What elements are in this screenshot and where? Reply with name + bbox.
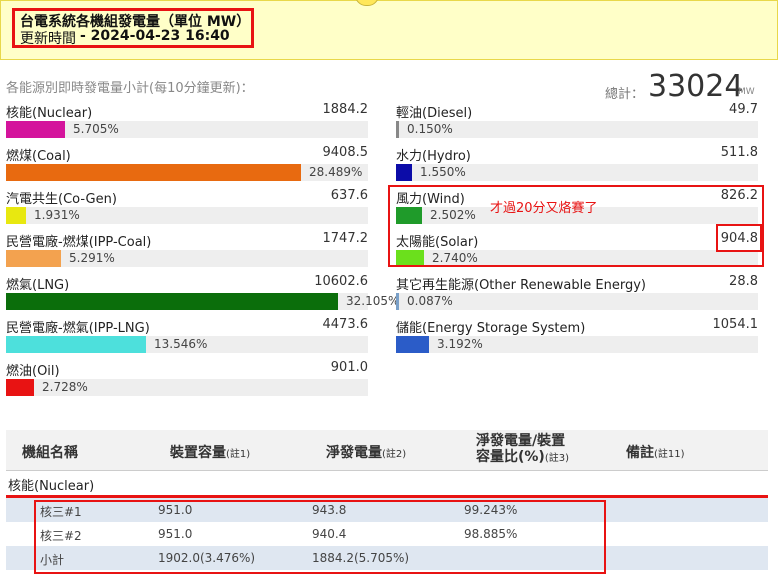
energy-percent: 1.550% — [420, 165, 466, 179]
energy-bar-fill — [6, 250, 61, 267]
summary-subtitle: 各能源別即時發電量小計(每10分鐘更新)： — [6, 81, 254, 96]
energy-name: 民營電廠-燃氣(IPP-LNG) — [6, 321, 150, 336]
energy-bar-track: 28.489% — [6, 164, 368, 181]
energy-bar-track: 2.728% — [6, 379, 368, 396]
energy-bar-fill — [6, 121, 65, 138]
energy-name: 儲能(Energy Storage System) — [396, 321, 586, 336]
th-name: 機組名稱 — [22, 445, 78, 461]
energy-bar-fill — [6, 207, 26, 224]
energy-bar-fill — [396, 121, 399, 138]
updated-label: 更新時間 — [20, 31, 76, 47]
th-remark: 備註(註11) — [626, 445, 685, 461]
energy-bar-track: 13.546% — [6, 336, 368, 353]
total-unit: MW — [738, 87, 755, 97]
energy-bar-fill — [6, 164, 301, 181]
energy-name: 核能(Nuclear) — [6, 106, 93, 121]
energy-percent: 5.291% — [69, 251, 115, 265]
total-label: 總計： — [605, 87, 645, 102]
energy-name: 汽電共生(Co-Gen) — [6, 192, 117, 207]
energy-value: 1054.1 — [712, 317, 759, 332]
energy-bar-track: 0.150% — [396, 121, 758, 138]
energy-bar-fill — [396, 164, 412, 181]
table-section-nuclear: 核能(Nuclear) — [6, 471, 768, 498]
energy-bar-track: 0.087% — [396, 293, 758, 310]
energy-bar-fill — [6, 379, 34, 396]
solar-value-highlight-box — [716, 224, 762, 252]
energy-name: 水力(Hydro) — [396, 149, 471, 164]
energy-name: 燃氣(LNG) — [6, 278, 70, 293]
energy-bar-track: 1.550% — [396, 164, 758, 181]
energy-name: 燃油(Oil) — [6, 364, 60, 379]
energy-name: 燃煤(Coal) — [6, 149, 71, 164]
energy-bar-fill — [396, 336, 429, 353]
energy-percent: 0.150% — [407, 122, 453, 136]
updated-time: - 2024-04-23 16:40 — [80, 28, 230, 44]
energy-bar-fill — [6, 293, 338, 310]
energy-value: 901.0 — [330, 360, 368, 375]
energy-percent: 32.105% — [346, 294, 400, 308]
energy-bar-track: 5.705% — [6, 121, 368, 138]
energy-bar-track: 3.192% — [396, 336, 758, 353]
energy-percent: 28.489% — [309, 165, 363, 179]
energy-percent: 3.192% — [437, 337, 483, 351]
total-value: 33024 — [648, 69, 744, 104]
energy-percent: 13.546% — [154, 337, 208, 351]
th-net: 淨發電量(註2) — [326, 445, 407, 461]
energy-name: 民營電廠-燃煤(IPP-Coal) — [6, 235, 152, 250]
energy-name: 其它再生能源(Other Renewable Energy) — [396, 278, 646, 293]
th-ratio: 淨發電量/裝置 容量比(%)(註3) — [476, 433, 569, 465]
th-capacity: 裝置容量(註1) — [170, 445, 251, 461]
energy-value: 49.7 — [729, 102, 758, 117]
energy-bar-fill — [396, 293, 399, 310]
energy-bar-track: 5.291% — [6, 250, 368, 267]
energy-value: 9408.5 — [322, 145, 369, 160]
energy-value: 511.8 — [720, 145, 758, 160]
energy-percent: 2.728% — [42, 380, 88, 394]
energy-value: 637.6 — [330, 188, 368, 203]
energy-percent: 5.705% — [73, 122, 119, 136]
energy-value: 1747.2 — [322, 231, 369, 246]
energy-value: 28.8 — [729, 274, 758, 289]
table-highlight-box — [34, 500, 606, 574]
section-label: 核能(Nuclear) — [8, 479, 95, 494]
energy-value: 4473.6 — [322, 317, 369, 332]
energy-bar-fill — [6, 336, 146, 353]
energy-value: 1884.2 — [322, 102, 369, 117]
energy-value: 10602.6 — [314, 274, 368, 289]
energy-bar-track: 32.105% — [6, 293, 399, 310]
table-header: 機組名稱 裝置容量(註1) 淨發電量(註2) 淨發電量/裝置 容量比(%)(註3… — [6, 430, 768, 471]
energy-percent: 1.931% — [34, 208, 80, 222]
energy-name: 輕油(Diesel) — [396, 106, 473, 121]
energy-percent: 0.087% — [407, 294, 453, 308]
annotation-note: 才過20分又烙賽了 — [490, 201, 598, 216]
energy-bar-track: 1.931% — [6, 207, 368, 224]
